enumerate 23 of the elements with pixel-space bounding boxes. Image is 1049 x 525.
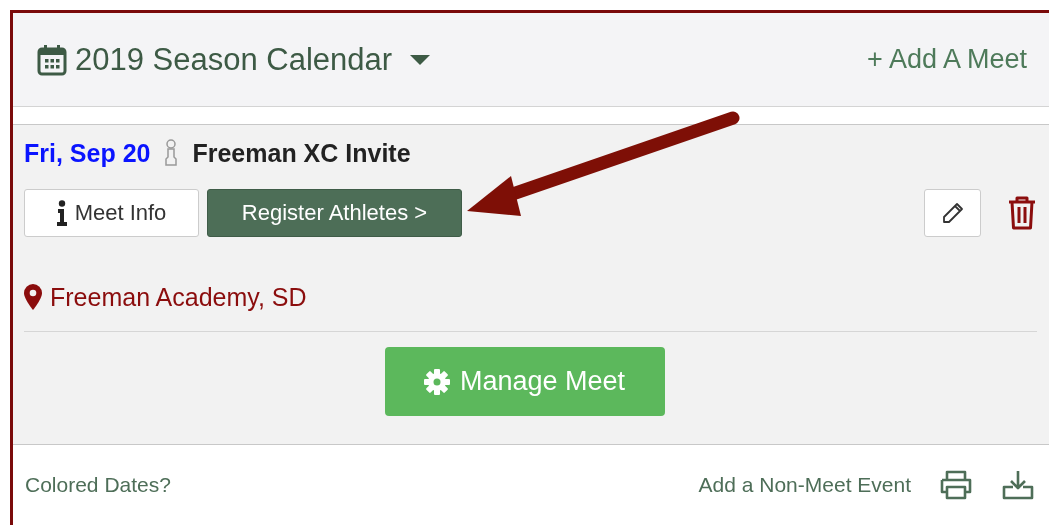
info-icon — [56, 200, 67, 226]
delete-button[interactable] — [1007, 195, 1037, 231]
printer-icon — [939, 470, 973, 500]
colored-dates-link[interactable]: Colored Dates? — [25, 473, 171, 497]
print-button[interactable] — [939, 470, 973, 500]
figure-icon — [164, 139, 179, 167]
meet-location: Freeman Academy, SD — [50, 282, 307, 312]
register-athletes-button[interactable]: Register Athletes > — [207, 189, 462, 237]
pencil-icon — [941, 202, 964, 224]
meet-name: Freeman XC Invite — [192, 138, 411, 168]
calendar-icon — [37, 43, 67, 76]
edit-button[interactable] — [924, 189, 981, 237]
download-button[interactable] — [1001, 469, 1035, 501]
download-icon — [1001, 469, 1035, 501]
trash-icon — [1007, 195, 1037, 231]
meet-info-button[interactable]: Meet Info — [24, 189, 199, 237]
add-event-link[interactable]: Add a Non-Meet Event — [698, 473, 911, 497]
map-pin-icon — [24, 284, 42, 310]
season-dropdown[interactable]: 2019 Season Calendar — [37, 41, 431, 78]
meet-date: Fri, Sep 20 — [24, 138, 151, 168]
gear-icon — [423, 368, 450, 395]
add-meet-link[interactable]: + Add A Meet — [867, 44, 1027, 75]
caret-icon — [410, 54, 431, 65]
